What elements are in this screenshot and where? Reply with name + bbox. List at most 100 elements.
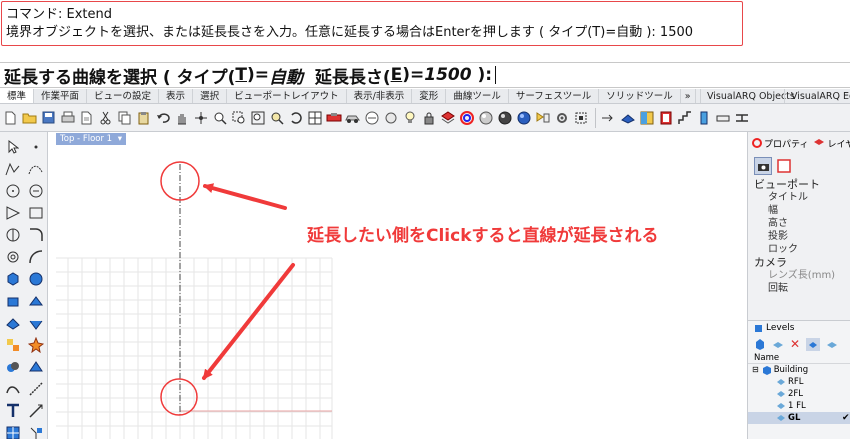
rotate-view-button[interactable] [192, 109, 209, 127]
circle-3pt-tool-button[interactable] [25, 180, 47, 202]
option-length-value[interactable]: 1500 [424, 65, 471, 85]
cplane-button[interactable] [325, 109, 342, 127]
option-type-key[interactable]: T [235, 65, 247, 85]
rectangle-tool-button[interactable] [25, 202, 47, 224]
viewport-frame-button[interactable] [775, 157, 793, 175]
add-level-icon[interactable] [772, 338, 784, 350]
visualarq-stair-button[interactable] [676, 109, 693, 127]
save-button[interactable] [40, 109, 57, 127]
project-tool-button[interactable] [25, 378, 47, 400]
offset-tool-button[interactable] [2, 246, 24, 268]
level-settings-icon[interactable] [806, 337, 821, 351]
tab-set-view[interactable]: ビューの設定 [87, 89, 160, 103]
named-cplane-button[interactable] [363, 109, 380, 127]
select-tool-button[interactable] [2, 136, 24, 158]
boolean-tool-button[interactable] [2, 356, 24, 378]
curve-from-object-button[interactable] [2, 378, 24, 400]
collapse-icon[interactable]: ⊟ [752, 364, 759, 376]
level-row-building[interactable]: ⊟ Building [748, 364, 850, 376]
render-tools-button[interactable] [534, 109, 551, 127]
polyline-tool-button[interactable] [2, 158, 24, 180]
visualarq-wall-button[interactable] [619, 109, 636, 127]
visualarq-window-button[interactable] [657, 109, 674, 127]
tab-visualarq-edit[interactable]: VisualARQ Edit [784, 89, 850, 103]
open-file-button[interactable] [21, 109, 38, 127]
sweep-tool-button[interactable] [25, 312, 47, 334]
undo-button[interactable] [154, 109, 171, 127]
options-gear-button[interactable] [553, 109, 570, 127]
explode-tool-button[interactable] [25, 334, 47, 356]
copy-button[interactable] [116, 109, 133, 127]
point-tool-button[interactable] [25, 136, 47, 158]
option-type-value[interactable]: 自動 [269, 63, 303, 88]
zoom-extents-button[interactable] [249, 109, 266, 127]
transform-tool-button[interactable] [2, 334, 24, 356]
layer-button[interactable] [439, 109, 456, 127]
level-row-rfl[interactable]: RFL [748, 376, 850, 388]
text-tool-button[interactable] [2, 400, 24, 422]
command-prompt[interactable]: 延長する曲線を選択 ( タイプ(T)= 自動 延長長さ(E)= 1500 ): [0, 62, 850, 88]
viewport-top[interactable] [56, 146, 746, 439]
visualarq-column-button[interactable] [695, 109, 712, 127]
tab-curve-tools[interactable]: 曲線ツール [446, 89, 509, 103]
pan-button[interactable] [173, 109, 190, 127]
circle-tool-button[interactable] [2, 180, 24, 202]
render-sphere-button[interactable] [477, 109, 494, 127]
lock-button[interactable] [420, 109, 437, 127]
tab-viewport-layout[interactable]: ビューポートレイアウト [227, 89, 347, 103]
add-building-icon[interactable] [754, 338, 766, 350]
chevron-down-icon[interactable]: ▾ [118, 134, 122, 144]
surface-tool-button[interactable] [2, 312, 24, 334]
visualarq-slab-button[interactable] [714, 109, 731, 127]
show-objects-button[interactable] [382, 109, 399, 127]
cut-button[interactable] [97, 109, 114, 127]
analyze-tool-button[interactable] [25, 422, 47, 439]
tab-select[interactable]: 選択 [193, 89, 228, 103]
dimension-tool-button[interactable] [25, 400, 47, 422]
visualarq-door-button[interactable] [638, 109, 655, 127]
zoom-button[interactable] [211, 109, 228, 127]
arc-tool-button[interactable] [2, 202, 24, 224]
new-file-button[interactable] [2, 109, 19, 127]
tab-overflow-button[interactable]: » [681, 89, 696, 103]
level-row-gl[interactable]: GL ✔ [748, 412, 850, 424]
color-wheel-button[interactable] [458, 109, 475, 127]
paste-button[interactable] [135, 109, 152, 127]
blend-tool-button[interactable] [25, 246, 47, 268]
box-tool-button[interactable] [2, 268, 24, 290]
import-button[interactable] [78, 109, 95, 127]
tab-standard[interactable]: 標準 [0, 89, 35, 103]
camera-button[interactable] [754, 157, 772, 175]
tab-solid-tools[interactable]: ソリッドツール [599, 89, 681, 103]
delete-level-icon[interactable]: ✕ [790, 337, 800, 351]
tab-visibility[interactable]: 表示/非表示 [347, 89, 413, 103]
box-edit-button[interactable] [572, 109, 589, 127]
select-all-button[interactable] [306, 109, 323, 127]
print-button[interactable] [59, 109, 76, 127]
option-length-key[interactable]: E [391, 65, 403, 85]
visualarq-beam-button[interactable] [733, 109, 750, 127]
zoom-window-button[interactable] [230, 109, 247, 127]
sphere-tool-button[interactable] [25, 268, 47, 290]
ellipse-tool-button[interactable] [2, 224, 24, 246]
loft-tool-button[interactable] [25, 290, 47, 312]
tab-cplanes[interactable]: 作業平面 [34, 89, 88, 103]
material-sphere-button[interactable] [496, 109, 513, 127]
light-bulb-button[interactable] [401, 109, 418, 127]
mesh-tool-button[interactable] [2, 422, 24, 439]
tab-transform[interactable]: 変形 [412, 89, 447, 103]
viewport-title-tab[interactable]: Top - Floor 1 ▾ [56, 133, 127, 145]
extrude-tool-button[interactable] [2, 290, 24, 312]
level-visibility-icon[interactable] [826, 338, 838, 350]
visualarq-move-button[interactable] [600, 109, 617, 127]
tab-display[interactable]: 表示 [159, 89, 194, 103]
level-row-2fl[interactable]: 2FL [748, 388, 850, 400]
levels-panel-title[interactable]: Levels [748, 321, 850, 335]
curve-tool-button[interactable] [25, 158, 47, 180]
rotate-button[interactable] [287, 109, 304, 127]
zoom-selected-button[interactable] [268, 109, 285, 127]
viewport-canvas[interactable] [56, 146, 746, 439]
car-button[interactable] [344, 109, 361, 127]
level-row-1fl[interactable]: 1 FL [748, 400, 850, 412]
fillet-tool-button[interactable] [25, 224, 47, 246]
